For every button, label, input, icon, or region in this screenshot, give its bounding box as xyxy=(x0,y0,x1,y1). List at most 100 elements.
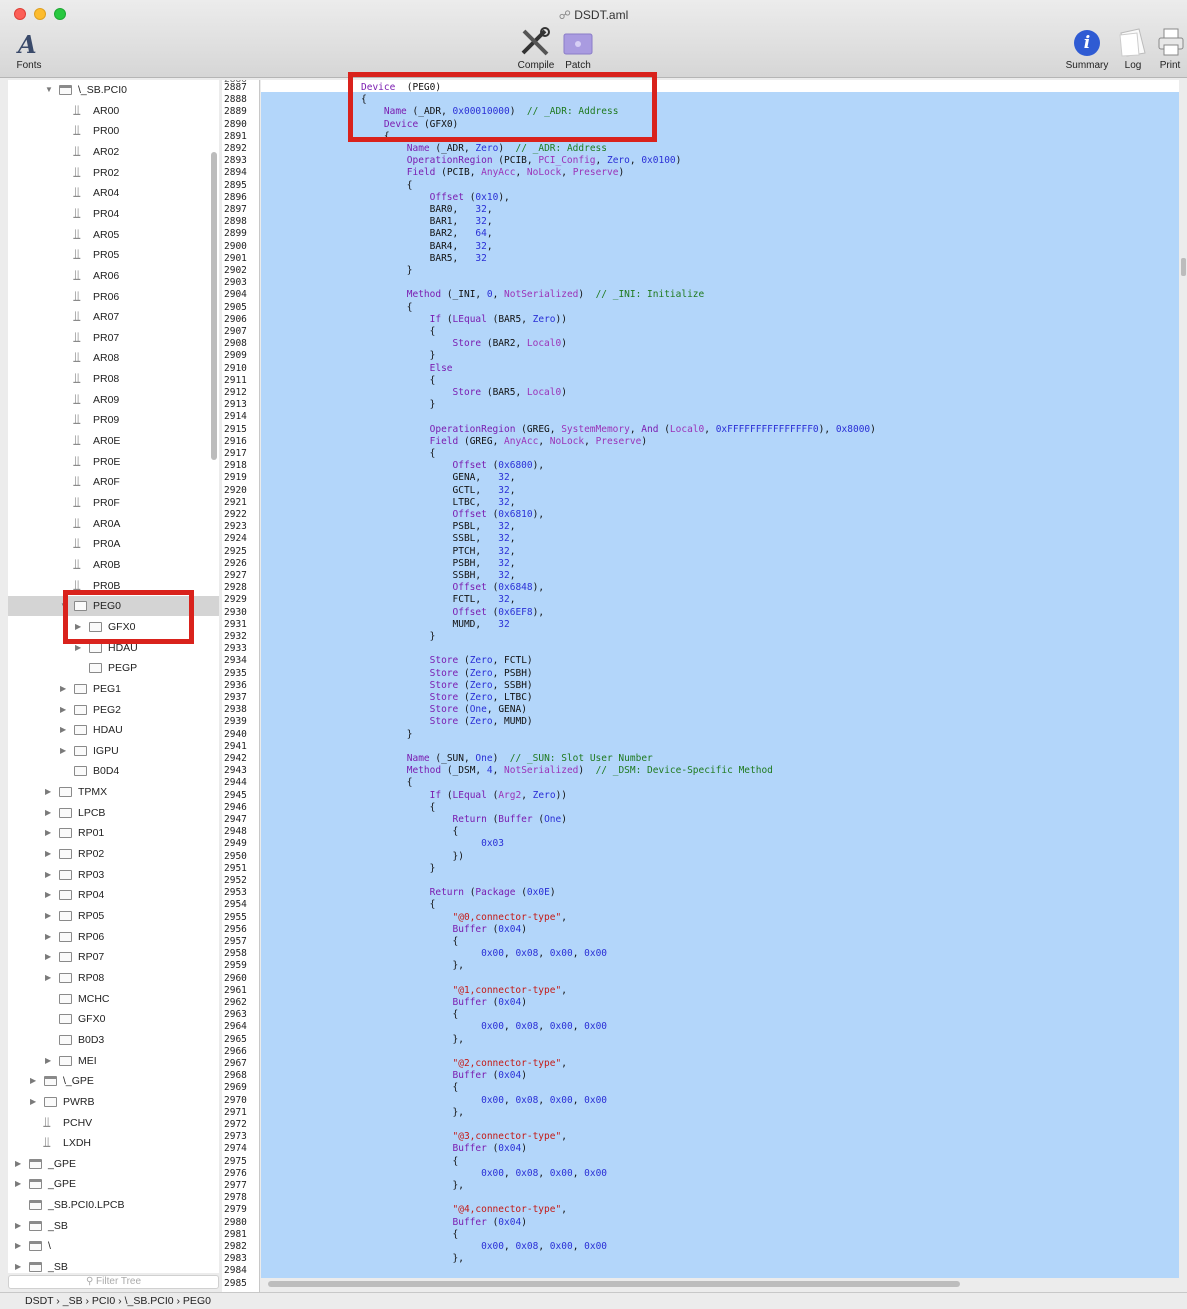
tree-item[interactable]: ▶ _GPE xyxy=(8,1154,219,1174)
disclosure-closed-icon[interactable]: ▶ xyxy=(60,741,66,761)
tree-item[interactable]: ▼ \_SB.PCI0 xyxy=(8,80,219,100)
disclosure-closed-icon[interactable]: ▶ xyxy=(45,947,51,967)
tree-item[interactable]: ▶ RP05 xyxy=(8,906,219,926)
disclosure-closed-icon[interactable]: ▶ xyxy=(30,1071,36,1091)
line-number: 2940 xyxy=(224,728,247,740)
disclosure-closed-icon[interactable]: ▶ xyxy=(45,968,51,988)
tree-item[interactable]: ▶ LPCB xyxy=(8,803,219,823)
code-line: GENA, 32, xyxy=(361,472,516,484)
tree-item[interactable]: ⫫ AR06 xyxy=(8,266,219,286)
tree-item[interactable]: ▶ RP04 xyxy=(8,885,219,905)
disclosure-closed-icon[interactable]: ▶ xyxy=(15,1216,21,1236)
tree-item[interactable]: ▶ TPMX xyxy=(8,782,219,802)
tree-item[interactable]: ▶ RP03 xyxy=(8,865,219,885)
tree-item[interactable]: ⫫ LXDH xyxy=(8,1133,219,1153)
disclosure-closed-icon[interactable]: ▶ xyxy=(45,927,51,947)
tree-item[interactable]: ⫫ PR05 xyxy=(8,245,219,265)
tree-item[interactable]: ▶ \ xyxy=(8,1236,219,1256)
method-icon: ⫫ xyxy=(73,101,81,118)
tree-item[interactable]: ⫫ AR08 xyxy=(8,348,219,368)
disclosure-closed-icon[interactable]: ▶ xyxy=(45,885,51,905)
tree-item[interactable]: ⫫ PR00 xyxy=(8,121,219,141)
line-number: 2950 xyxy=(224,850,247,862)
disclosure-closed-icon[interactable]: ▶ xyxy=(15,1236,21,1256)
line-number: 2917 xyxy=(224,448,247,459)
tree-item[interactable]: ▶ \_GPE xyxy=(8,1071,219,1091)
disclosure-closed-icon[interactable]: ▶ xyxy=(60,720,66,740)
editor-vertical-scrollbar[interactable] xyxy=(1181,258,1186,276)
tree-item[interactable]: ⫫ PR08 xyxy=(8,369,219,389)
tree-item[interactable]: ▶ _SB xyxy=(8,1257,219,1273)
tree-item[interactable]: ⫫ PR0F xyxy=(8,493,219,513)
tree-item[interactable]: ▶ PEG1 xyxy=(8,679,219,699)
tree-item[interactable]: ▶ RP01 xyxy=(8,823,219,843)
line-number: 2920 xyxy=(224,484,247,496)
tree-item[interactable]: ▶ HDAU xyxy=(8,720,219,740)
window-title-text: DSDT.aml xyxy=(574,8,629,22)
tree-item[interactable]: ▶ MEI xyxy=(8,1051,219,1071)
device-icon xyxy=(74,745,87,756)
disclosure-closed-icon[interactable]: ▶ xyxy=(30,1092,36,1112)
tree-item[interactable]: MCHC xyxy=(8,989,219,1009)
code-editor[interactable]: Device (PEG0){ Name (_ADR, 0x00010000) /… xyxy=(261,80,1179,1278)
tree-item[interactable]: ⫫ AR0E xyxy=(8,431,219,451)
tree-item[interactable]: ⫫ AR0A xyxy=(8,514,219,534)
line-number: 2893 xyxy=(224,155,247,167)
disclosure-closed-icon[interactable]: ▶ xyxy=(45,803,51,823)
tree-item[interactable]: ⫫ PR02 xyxy=(8,163,219,183)
tree-item-label: PCHV xyxy=(63,1116,93,1129)
line-number: 2934 xyxy=(224,655,247,667)
disclosure-closed-icon[interactable]: ▶ xyxy=(60,700,66,720)
tree-item[interactable]: ⫫ AR00 xyxy=(8,101,219,121)
breadcrumb: DSDT › _SB › PCI0 › \_SB.PCI0 › PEG0 xyxy=(0,1292,1187,1308)
disclosure-closed-icon[interactable]: ▶ xyxy=(60,679,66,699)
tree-item[interactable]: ⫫ PR09 xyxy=(8,410,219,430)
tree-item-label: _SB xyxy=(48,1219,68,1232)
disclosure-closed-icon[interactable]: ▶ xyxy=(45,823,51,843)
disclosure-closed-icon[interactable]: ▶ xyxy=(45,1051,51,1071)
tree-item[interactable]: ⫫ AR07 xyxy=(8,307,219,327)
tree-item[interactable]: ▶ RP02 xyxy=(8,844,219,864)
tree-item[interactable]: B0D4 xyxy=(8,761,219,781)
editor-horizontal-scrollbar[interactable] xyxy=(268,1281,960,1287)
tree-item[interactable]: ▶ RP08 xyxy=(8,968,219,988)
tree-item[interactable]: ⫫ AR02 xyxy=(8,142,219,162)
tree-item[interactable]: ⫫ AR0B xyxy=(8,555,219,575)
tree-item[interactable]: B0D3 xyxy=(8,1030,219,1050)
tree-item[interactable]: PEGP xyxy=(8,658,219,678)
disclosure-open-icon[interactable]: ▼ xyxy=(45,80,53,100)
filter-tree-input[interactable]: ⚲ Filter Tree xyxy=(8,1275,219,1289)
tree-item[interactable]: ▶ RP06 xyxy=(8,927,219,947)
tree-item[interactable]: ▶ PWRB xyxy=(8,1092,219,1112)
tree-item[interactable]: ⫫ PCHV xyxy=(8,1113,219,1133)
tree-item[interactable]: ▶ _GPE xyxy=(8,1174,219,1194)
tree-item-label: RP07 xyxy=(78,951,105,964)
tree-item[interactable]: ⫫ PR07 xyxy=(8,328,219,348)
tree-item[interactable]: ▶ PEG2 xyxy=(8,700,219,720)
disclosure-closed-icon[interactable]: ▶ xyxy=(45,844,51,864)
tree-item[interactable]: ▶ RP07 xyxy=(8,947,219,967)
tree-item[interactable]: ⫫ AR05 xyxy=(8,225,219,245)
tree-item[interactable]: ⫫ PR06 xyxy=(8,287,219,307)
tree-item[interactable]: ⫫ PR0E xyxy=(8,452,219,472)
tree-item[interactable]: ⫫ PR04 xyxy=(8,204,219,224)
tree-item[interactable]: ▶ _SB xyxy=(8,1216,219,1236)
disclosure-closed-icon[interactable]: ▶ xyxy=(15,1154,21,1174)
acpi-tree-sidebar[interactable]: ▼ \_SB.PCI0 ⫫ AR00 ⫫ PR00 ⫫ AR02 ⫫ PR02 ⫫ AR04 ⫫ PR04… xyxy=(8,80,219,1273)
device-icon xyxy=(89,642,102,653)
disclosure-closed-icon[interactable]: ▶ xyxy=(15,1257,21,1273)
line-number: 2912 xyxy=(224,387,247,398)
disclosure-closed-icon[interactable]: ▶ xyxy=(45,865,51,885)
tree-item[interactable]: _SB.PCI0.LPCB xyxy=(8,1195,219,1215)
tree-item[interactable]: ⫫ AR04 xyxy=(8,183,219,203)
tree-item[interactable]: GFX0 xyxy=(8,1009,219,1029)
sidebar-scrollbar[interactable] xyxy=(211,152,217,460)
tree-item[interactable]: ⫫ AR0F xyxy=(8,472,219,492)
disclosure-closed-icon[interactable]: ▶ xyxy=(15,1174,21,1194)
tree-item[interactable]: ⫫ PR0A xyxy=(8,534,219,554)
tree-item[interactable]: ▶ IGPU xyxy=(8,741,219,761)
tree-item[interactable]: ⫫ AR09 xyxy=(8,390,219,410)
disclosure-closed-icon[interactable]: ▶ xyxy=(45,782,51,802)
disclosure-closed-icon[interactable]: ▶ xyxy=(45,906,51,926)
code-line: "@3,connector-type", xyxy=(452,1131,567,1143)
